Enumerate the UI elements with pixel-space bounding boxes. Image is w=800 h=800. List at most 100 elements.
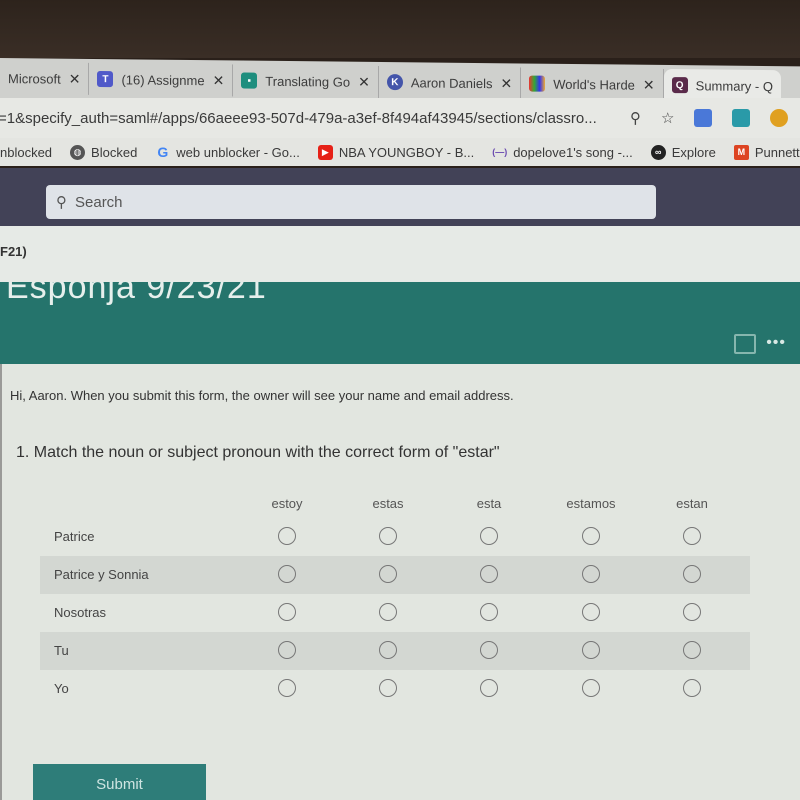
- bookmark-label: web unblocker - Go...: [176, 144, 300, 160]
- tab-label: (16) Assignme: [121, 71, 205, 88]
- radio-option[interactable]: [683, 641, 701, 659]
- radio-option[interactable]: [278, 603, 296, 621]
- grid-row: Nosotras: [40, 594, 750, 632]
- url-text[interactable]: =1&specify_auth=saml#/apps/66aeee93-507d…: [0, 110, 618, 127]
- tab-label: Microsoft: [8, 70, 61, 87]
- column-header: estamos: [566, 496, 616, 511]
- tab-label: Aaron Daniels: [410, 74, 493, 91]
- address-bar[interactable]: =1&specify_auth=saml#/apps/66aeee93-507d…: [0, 98, 800, 138]
- grid-row: Yo: [40, 670, 750, 708]
- column-header: estas: [372, 496, 404, 511]
- star-icon[interactable]: ☆: [661, 109, 674, 127]
- radio-option[interactable]: [582, 565, 600, 583]
- bookmark[interactable]: (—) dopelove1's song -...: [492, 145, 633, 160]
- radio-option[interactable]: [278, 565, 296, 583]
- radio-option[interactable]: [582, 527, 600, 545]
- radio-option[interactable]: [278, 527, 296, 545]
- form-title: Esponja 9/23/21: [6, 282, 267, 306]
- radio-option[interactable]: [683, 603, 701, 621]
- breadcrumb-text: F21): [0, 244, 27, 259]
- extension-icon[interactable]: [732, 109, 751, 127]
- more-options-icon[interactable]: •••: [766, 334, 786, 352]
- radio-option[interactable]: [480, 679, 498, 697]
- bookmarks-bar: nblocked ◍ Blocked Gweb unblocker - Go...…: [0, 138, 800, 166]
- translate-extension-icon[interactable]: [694, 109, 713, 127]
- submit-button[interactable]: Submit: [33, 764, 206, 800]
- column-header: esta: [476, 496, 502, 511]
- radio-option[interactable]: [582, 679, 600, 697]
- row-label: Yo: [54, 681, 69, 696]
- radio-option[interactable]: [379, 641, 397, 659]
- forms-icon: Q: [671, 77, 688, 94]
- row-label: Nosotras: [54, 605, 107, 620]
- column-header: estan: [676, 496, 708, 511]
- radio-option[interactable]: [683, 565, 701, 583]
- bookmark[interactable]: Gweb unblocker - Go...: [155, 144, 300, 160]
- tab-aaron-daniels[interactable]: K Aaron Daniels ✕: [378, 65, 522, 100]
- search-input[interactable]: ⚲ Search: [46, 185, 656, 219]
- close-icon[interactable]: ✕: [213, 72, 225, 89]
- row-label: Patrice y Sonnia: [54, 567, 149, 582]
- bookmark[interactable]: ▶ NBA YOUNGBOY - B...: [317, 144, 475, 160]
- globe-icon: ◍: [70, 144, 86, 160]
- bookmark-label: dopelove1's song -...: [513, 144, 633, 160]
- bookmark-label: nblocked: [0, 144, 53, 160]
- radio-option[interactable]: [379, 679, 397, 697]
- close-icon[interactable]: ✕: [358, 73, 370, 90]
- extension-icon[interactable]: [770, 109, 789, 127]
- radio-option[interactable]: [480, 603, 498, 621]
- app-header: ⚲ Search: [0, 168, 800, 226]
- form-body: Hi, Aaron. When you submit this form, th…: [0, 364, 800, 800]
- grid-row: Tu: [40, 632, 750, 670]
- tab-worlds-hardest[interactable]: World's Harde ✕: [521, 67, 664, 101]
- grid-row: Patrice: [40, 518, 750, 556]
- tab-label: Summary - Q: [695, 77, 773, 94]
- close-icon[interactable]: ✕: [69, 70, 81, 87]
- tab-label: World's Harde: [553, 76, 635, 93]
- radio-option[interactable]: [683, 527, 701, 545]
- tab-microsoft[interactable]: Microsoft ✕: [0, 62, 90, 95]
- radio-option[interactable]: [480, 565, 498, 583]
- tab-assignments[interactable]: T (16) Assignme ✕: [89, 62, 234, 97]
- radio-option[interactable]: [582, 603, 600, 621]
- radio-option[interactable]: [480, 527, 498, 545]
- close-icon[interactable]: ✕: [643, 76, 655, 93]
- game-icon: [529, 75, 546, 92]
- row-label: Patrice: [54, 529, 95, 544]
- question-title: 1. Match the noun or subject pronoun wit…: [16, 444, 500, 462]
- bookmark[interactable]: ∞ Explore: [650, 144, 716, 160]
- radio-option[interactable]: [379, 565, 397, 583]
- soundcloud-icon: (—): [492, 147, 508, 157]
- search-placeholder: Search: [75, 193, 123, 211]
- bookmark[interactable]: nblocked: [0, 145, 52, 160]
- question-text: Match the noun or subject pronoun with t…: [33, 444, 500, 461]
- grid-row: Patrice y Sonnia: [40, 556, 750, 594]
- column-headers: estoy estas esta estamos estan: [40, 488, 750, 518]
- tab-label: Translating Go: [265, 73, 351, 90]
- tab-translating[interactable]: ▪ Translating Go ✕: [233, 64, 379, 98]
- location-icon[interactable]: ⚲: [630, 109, 641, 127]
- radio-option[interactable]: [278, 679, 296, 697]
- classroom-icon: ▪: [241, 72, 258, 89]
- bookmark-label: Explore: [671, 144, 716, 160]
- bookmark[interactable]: M Punnett Squa: [733, 144, 800, 160]
- radio-option[interactable]: [278, 641, 296, 659]
- radio-option[interactable]: [379, 527, 397, 545]
- close-icon[interactable]: ✕: [500, 75, 512, 92]
- k-icon: K: [386, 74, 403, 91]
- search-icon: ⚲: [56, 194, 67, 211]
- likert-grid: estoy estas esta estamos estan Patrice Patric…: [40, 488, 750, 708]
- google-icon: G: [157, 144, 169, 160]
- row-label: Tu: [54, 643, 69, 658]
- bookmark-label: NBA YOUNGBOY - B...: [338, 144, 475, 160]
- radio-option[interactable]: [582, 641, 600, 659]
- explore-icon: ∞: [650, 144, 666, 160]
- question-number: 1.: [16, 444, 30, 461]
- radio-option[interactable]: [480, 641, 498, 659]
- column-header: estoy: [271, 496, 303, 511]
- screen-edge: [0, 364, 2, 800]
- radio-option[interactable]: [379, 603, 397, 621]
- immersive-reader-icon[interactable]: [734, 334, 756, 354]
- radio-option[interactable]: [683, 679, 701, 697]
- bookmark[interactable]: ◍ Blocked: [70, 144, 137, 160]
